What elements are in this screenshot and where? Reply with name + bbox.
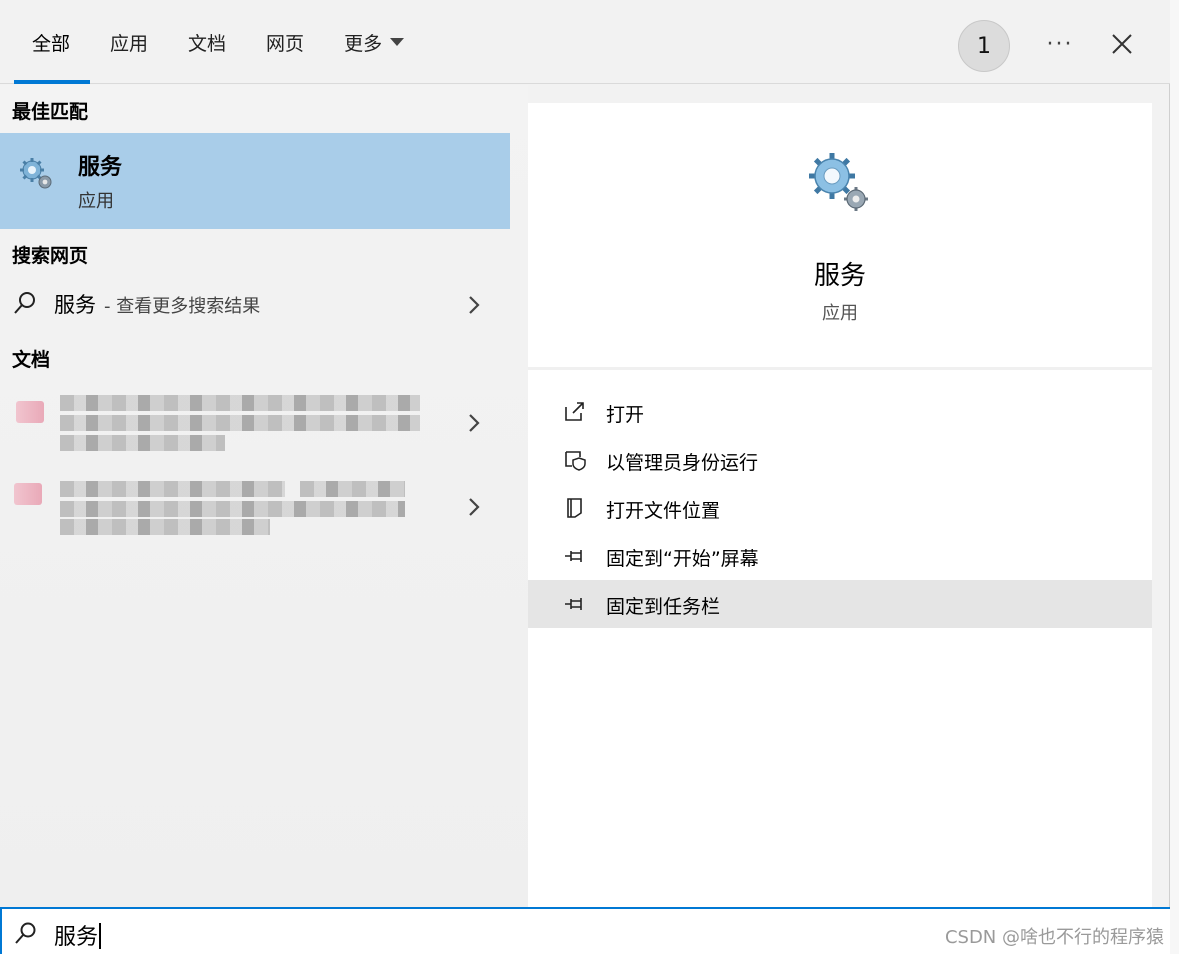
top-bar: 全部 应用 文档 网页 更多 1 ··· <box>0 0 1170 84</box>
tab-all[interactable]: 全部 <box>14 0 91 84</box>
preview-title: 服务 <box>813 261 866 291</box>
pin-icon <box>565 598 582 610</box>
action-open-file-location[interactable]: 打开文件位置 <box>528 484 1152 532</box>
search-icon <box>14 292 35 314</box>
preview-subtitle: 应用 <box>822 303 858 324</box>
redacted-document-path <box>60 519 270 535</box>
tab-more[interactable]: 更多 <box>324 0 424 84</box>
shield-run-icon <box>565 451 586 471</box>
gears-icon <box>809 153 868 211</box>
gears-icon <box>20 158 52 189</box>
close-button[interactable] <box>1102 24 1142 64</box>
web-search-item[interactable]: 服务 - 查看更多搜索结果 <box>0 281 510 329</box>
close-icon <box>1112 34 1132 54</box>
search-window: 全部 应用 文档 网页 更多 1 ··· 最佳匹配 服务 应用 搜索网页 服务 … <box>0 0 1170 954</box>
document-item[interactable] <box>0 385 510 459</box>
action-label: 固定到“开始”屏幕 <box>606 548 759 570</box>
action-pin-to-taskbar[interactable]: 固定到任务栏 <box>528 580 1152 628</box>
search-query-text: 服务 <box>54 925 99 950</box>
redacted-document-title <box>60 395 420 411</box>
action-label: 打开 <box>606 404 645 426</box>
text-cursor <box>99 923 102 949</box>
search-icon <box>15 922 36 944</box>
tab-web[interactable]: 网页 <box>246 0 324 84</box>
notification-badge[interactable]: 1 <box>958 20 1010 72</box>
pin-icon <box>565 550 582 562</box>
tab-label: 文档 <box>188 32 227 55</box>
open-external-icon <box>565 402 584 421</box>
redacted-document-path <box>60 435 225 451</box>
results-panel: 最佳匹配 服务 应用 搜索网页 服务 - 查看更多搜索结果 文档 <box>0 85 528 907</box>
tab-label: 应用 <box>110 32 149 55</box>
document-item[interactable] <box>0 475 510 549</box>
redacted-document-title <box>300 481 405 497</box>
document-icon <box>16 401 44 423</box>
more-options-button[interactable]: ··· <box>1040 26 1080 62</box>
window-edge <box>1170 0 1179 954</box>
action-label: 固定到任务栏 <box>606 596 721 618</box>
best-match-item[interactable]: 服务 应用 <box>0 133 510 229</box>
divider <box>528 367 1152 370</box>
action-label: 打开文件位置 <box>606 500 721 522</box>
action-run-as-admin[interactable]: 以管理员身份运行 <box>528 436 1152 484</box>
tab-label: 更多 <box>344 32 383 55</box>
chevron-right-icon <box>469 414 480 432</box>
redacted-document-title <box>60 415 420 431</box>
web-search-hint: - 查看更多搜索结果 <box>104 296 261 317</box>
chevron-right-icon <box>469 498 480 516</box>
tab-documents[interactable]: 文档 <box>168 0 246 84</box>
best-match-name: 服务 <box>78 155 123 180</box>
action-label: 以管理员身份运行 <box>606 452 759 474</box>
search-input[interactable]: 服务 <box>54 919 102 951</box>
file-location-icon <box>567 498 582 518</box>
action-open[interactable]: 打开 <box>528 388 1152 436</box>
tab-label: 网页 <box>266 32 305 55</box>
tab-label: 全部 <box>32 32 71 55</box>
preview-panel: 服务 应用 打开 以管理员身份运行 打开文件位置 固定到“开始”屏幕 固定到任务… <box>528 103 1152 907</box>
filter-tabs: 全部 应用 文档 网页 更多 <box>14 0 424 84</box>
documents-heading: 文档 <box>12 349 51 371</box>
best-match-heading: 最佳匹配 <box>12 101 89 123</box>
action-pin-to-start[interactable]: 固定到“开始”屏幕 <box>528 532 1152 580</box>
redacted-document-title <box>60 501 405 517</box>
web-search-query: 服务 <box>54 293 96 317</box>
search-bar[interactable]: 服务 CSDN @啥也不行的程序猿 <box>0 907 1170 954</box>
caret-down-icon <box>390 38 405 46</box>
chevron-right-icon <box>469 296 480 314</box>
redacted-document-title <box>60 481 285 497</box>
tab-apps[interactable]: 应用 <box>90 0 168 84</box>
best-match-kind: 应用 <box>78 191 114 212</box>
watermark: CSDN @啥也不行的程序猿 <box>944 927 1164 948</box>
web-search-heading: 搜索网页 <box>12 245 89 267</box>
document-icon <box>14 483 42 505</box>
